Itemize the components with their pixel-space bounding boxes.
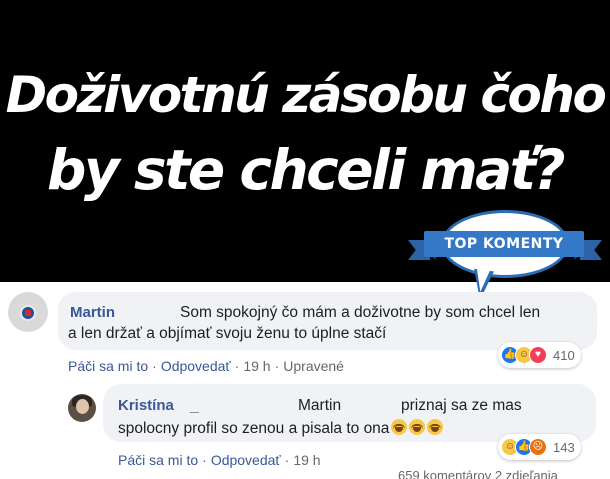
comment-actions: Páči sa mi to · Odpovedať · 19 h · Upravené xyxy=(68,358,344,374)
laughing-crying-emoji-icon xyxy=(409,419,426,435)
like-link[interactable]: Páči sa mi to xyxy=(68,358,148,374)
reaction-count: 410 xyxy=(553,347,575,363)
comment-text-line-1: Som spokojný čo mám a doživotne by som c… xyxy=(180,304,541,321)
separator: · xyxy=(284,452,290,468)
headline-line-2: by ste chceli mať? xyxy=(47,138,565,202)
comment-actions: Páči sa mi to · Odpovedať · 19 h xyxy=(118,452,321,468)
mention-tag[interactable]: Martin xyxy=(298,397,341,415)
comment-text: spolocny profil so zenou a pisala to ona xyxy=(118,420,390,437)
separator: · xyxy=(274,358,280,374)
reply-link[interactable]: Odpovedať xyxy=(161,358,231,374)
reaction-summary[interactable]: ☺ 👍 ☹ 143 xyxy=(498,434,581,460)
avatar-martin[interactable] xyxy=(8,292,48,332)
reply-link[interactable]: Odpovedať xyxy=(211,452,281,468)
separator: · xyxy=(202,452,207,468)
comment-text-line-2: spolocny profil so zenou a pisala to ona xyxy=(118,419,444,438)
comment-text-line-2: a len držať a objímať svoju ženu to úpln… xyxy=(68,325,387,342)
avatar-kristina[interactable] xyxy=(68,394,96,422)
avatar-face xyxy=(76,399,89,414)
love-reaction-icon: ♥ xyxy=(529,346,547,364)
separator: · xyxy=(234,358,240,374)
timestamp[interactable]: 19 h xyxy=(293,452,320,468)
laughing-crying-emoji-icon xyxy=(391,419,408,435)
timestamp[interactable]: 19 h xyxy=(243,358,270,374)
slovak-emblem-icon xyxy=(20,305,36,321)
comment-author[interactable]: Kristína xyxy=(118,397,174,414)
comment-author[interactable]: Martin xyxy=(70,304,115,321)
comment-text-line-1: priznaj sa ze mas xyxy=(401,397,522,414)
reaction-count: 143 xyxy=(553,439,575,455)
laughing-crying-emoji-icon xyxy=(427,419,444,435)
reaction-summary[interactable]: 👍 ☺ ♥ 410 xyxy=(498,342,581,368)
angry-reaction-icon: ☹ xyxy=(529,438,547,456)
headline-line-1: Doživotnú zásobu čoho xyxy=(5,66,607,124)
top-comments-badge: TOP KOMENTY xyxy=(424,231,584,257)
post-stats[interactable]: 659 komentárov 2 zdieľania xyxy=(398,468,558,479)
mention-placeholder: _ xyxy=(190,397,200,414)
edited-label[interactable]: Upravené xyxy=(283,358,344,374)
like-link[interactable]: Páči sa mi to xyxy=(118,452,198,468)
separator: · xyxy=(152,358,157,374)
